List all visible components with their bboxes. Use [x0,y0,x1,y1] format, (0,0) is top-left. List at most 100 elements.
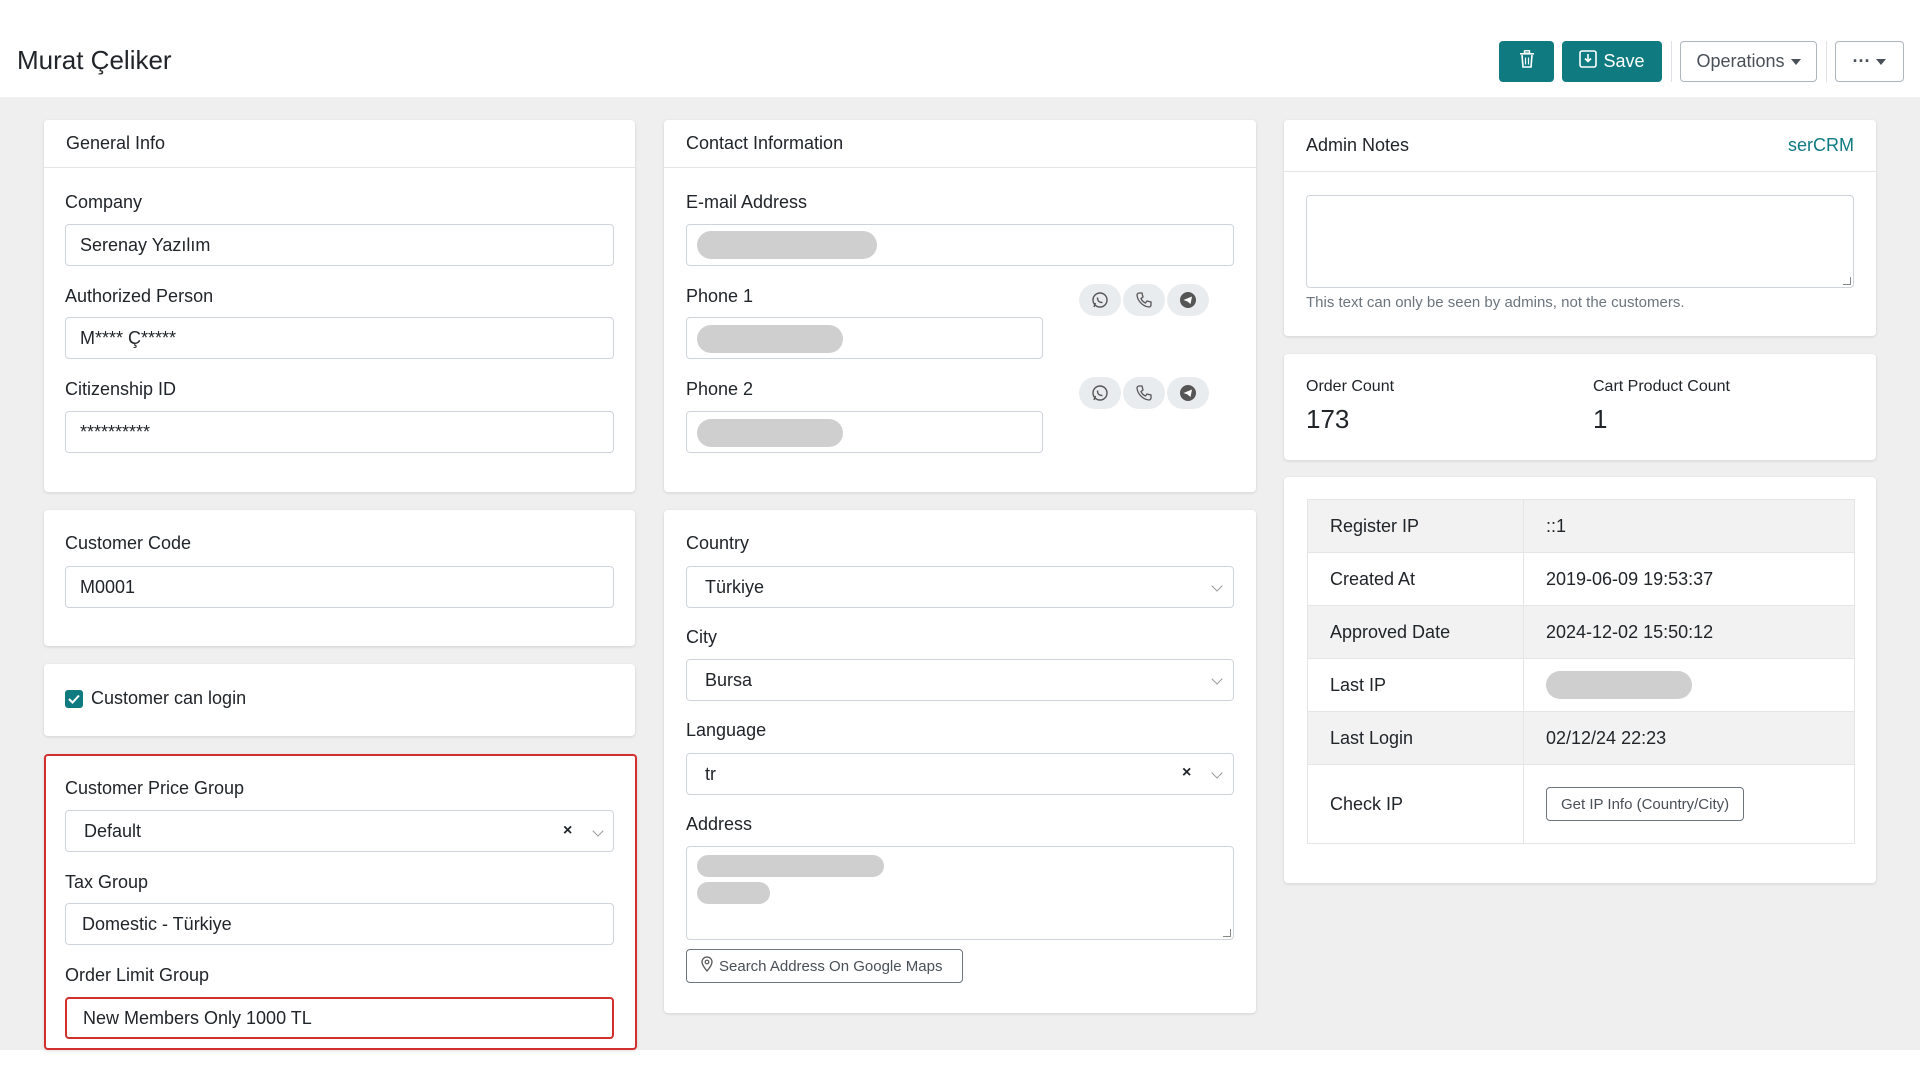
phone-icon[interactable] [1123,377,1165,409]
order-count-label: Order Count [1306,378,1395,395]
customer-can-login-checkbox[interactable] [65,690,83,708]
sercrm-link[interactable]: serCRM [1788,135,1854,156]
page-title: Murat Çeliker [17,45,172,75]
company-input[interactable]: Serenay Yazılım [65,224,614,266]
header-divider [1826,41,1827,82]
save-label: Save [1603,51,1645,71]
card-header: Contact Information [664,120,1256,168]
whatsapp-icon[interactable] [1079,284,1121,316]
info-value: ::1 [1546,515,1567,536]
price-group-value: Default [84,820,142,841]
save-icon [1579,50,1598,73]
citizenship-id-input[interactable]: ********** [65,411,614,453]
info-value: 2019-06-09 19:53:37 [1546,568,1714,589]
contact-info-card: Contact Information E-mail Address Phone… [664,120,1256,492]
cart-count-value: 1 [1593,404,1608,434]
get-ip-info-button[interactable]: Get IP Info (Country/City) [1546,787,1745,821]
map-pin-icon [701,956,713,976]
operations-dropdown[interactable]: Operations [1680,41,1817,82]
tax-group-label: Tax Group [65,872,149,892]
language-select[interactable]: tr [686,753,1234,795]
operations-label: Operations [1696,51,1785,71]
card-header: General Info [44,120,635,168]
company-value: Serenay Yazılım [80,234,211,255]
whatsapp-icon[interactable] [1079,377,1121,409]
admin-notes-textarea[interactable] [1306,195,1854,288]
redacted-last-ip [1546,671,1692,699]
order-limit-input[interactable]: New Members Only 1000 TL [65,997,614,1039]
contact-info-title: Contact Information [686,133,844,153]
info-key: Last Login [1308,712,1524,764]
table-row: Last Login 02/12/24 22:23 [1308,712,1854,765]
telegram-icon[interactable] [1167,377,1209,409]
info-value: 02/12/24 22:23 [1546,727,1667,748]
search-google-maps-button[interactable]: Search Address On Google Maps [686,949,963,983]
resize-handle[interactable] [1843,277,1851,285]
customer-code-label: Customer Code [65,533,192,553]
delete-button[interactable] [1499,41,1554,82]
info-key: Approved Date [1308,606,1524,658]
table-row: Created At 2019-06-09 19:53:37 [1308,553,1854,606]
footer-strip [0,1050,1920,1080]
cart-count-label: Cart Product Count [1593,378,1730,395]
admin-notes-help: This text can only be seen by admins, no… [1306,294,1685,311]
telegram-icon[interactable] [1167,284,1209,316]
redacted-phone1 [697,325,843,353]
stats-card: Order Count 173 Cart Product Count 1 [1284,354,1876,460]
order-limit-label: Order Limit Group [65,965,210,985]
redacted-phone2 [697,419,843,447]
price-group-select[interactable]: Default [65,810,614,852]
maps-button-label: Search Address On Google Maps [719,957,943,975]
order-count-value: 173 [1306,404,1350,434]
order-limit-value: New Members Only 1000 TL [83,1007,312,1028]
info-key: Created At [1308,553,1524,605]
table-row: Approved Date 2024-12-02 15:50:12 [1308,606,1854,659]
more-actions-dropdown[interactable]: ··· [1835,41,1904,82]
city-select[interactable]: Bursa [686,659,1234,701]
save-button[interactable]: Save [1562,41,1662,82]
phone-icon[interactable] [1123,284,1165,316]
redacted-address-line [697,882,770,904]
citizenship-id-value: ********** [80,421,151,442]
country-value: Türkiye [705,576,765,597]
city-value: Bursa [705,669,753,690]
table-row: Last IP [1308,659,1854,712]
info-value: 2024-12-02 15:50:12 [1546,621,1714,642]
info-key: Register IP [1308,500,1524,552]
clear-icon[interactable]: × [563,822,572,840]
check-icon [68,694,80,704]
redacted-address-line [697,855,884,877]
login-card: Customer can login [44,664,635,736]
tax-group-input[interactable]: Domestic - Türkiye [65,903,614,945]
tax-group-value: Domestic - Türkiye [82,913,232,934]
table-row: Register IP ::1 [1308,500,1854,553]
country-select[interactable]: Türkiye [686,566,1234,608]
clear-icon[interactable]: × [1182,764,1191,782]
table-row: Check IP Get IP Info (Country/City) [1308,765,1854,843]
customer-code-value: M0001 [80,576,136,597]
redacted-email [697,231,877,259]
customer-code-input[interactable]: M0001 [65,566,614,608]
authorized-person-value: M**** Ç***** [80,327,177,348]
country-label: Country [686,533,750,553]
card-header: Admin Notes serCRM [1284,120,1876,172]
admin-notes-card: Admin Notes serCRM This text can only be… [1284,120,1876,336]
customer-code-card: Customer Code M0001 [44,510,635,646]
language-value: tr [705,763,716,784]
header-divider [1671,41,1672,82]
info-key: Last IP [1308,659,1524,711]
price-group-label: Customer Price Group [65,778,245,798]
authorized-person-input[interactable]: M**** Ç***** [65,317,614,359]
info-table: Register IP ::1 Created At 2019-06-09 19… [1307,499,1855,844]
resize-handle[interactable] [1223,929,1231,937]
city-label: City [686,627,717,647]
phone1-label: Phone 1 [686,286,754,306]
info-key: Check IP [1308,765,1524,843]
authorized-person-label: Authorized Person [65,286,214,306]
address-label: Address [686,814,753,834]
company-label: Company [65,192,143,212]
trash-icon [1519,50,1535,73]
location-card: Country Türkiye City Bursa Language tr ×… [664,510,1256,1013]
groups-card: Customer Price Group Default × Tax Group… [44,754,637,1050]
more-label: ··· [1852,51,1871,71]
